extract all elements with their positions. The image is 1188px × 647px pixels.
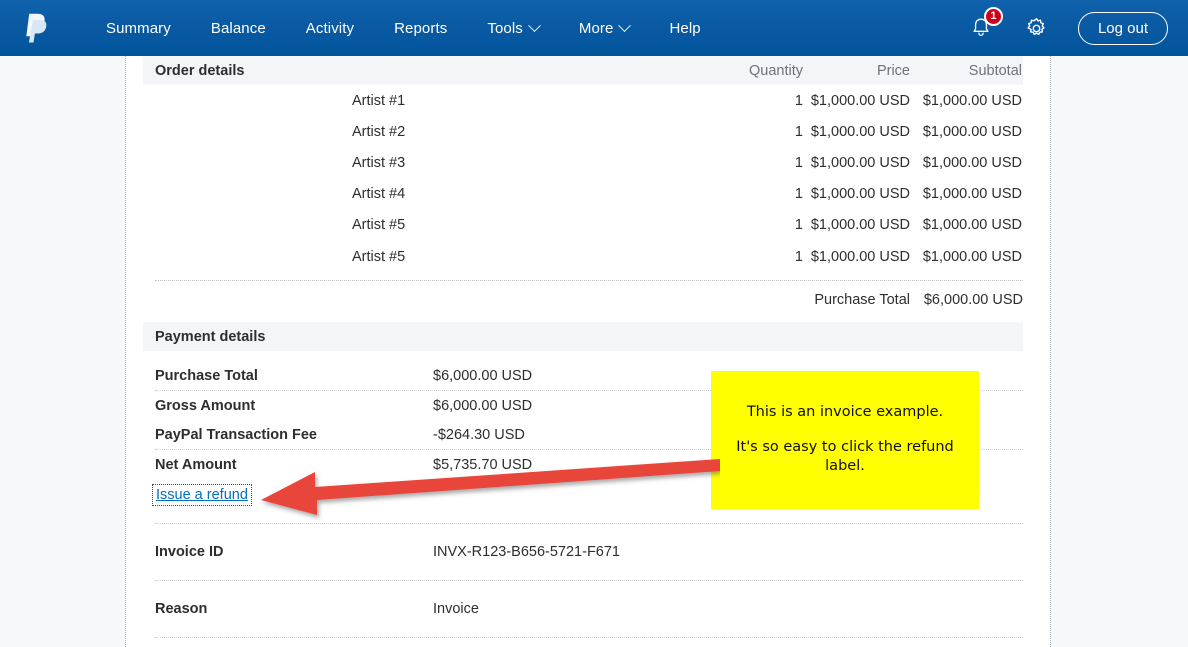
invoice-id-row: Invoice ID INVX-R123-B656-5721-F671 [143, 524, 1023, 580]
table-row: Artist #2 1 $1,000.00 USD $1,000.00 USD [143, 116, 1023, 147]
order-details-column-headers: Quantity Price Subtotal [698, 63, 1023, 79]
table-row: Artist #5 1 $1,000.00 USD $1,000.00 USD [143, 210, 1023, 241]
payment-label: Purchase Total [155, 367, 258, 384]
nav-right-controls: 1 Log out [966, 7, 1168, 45]
order-item-name: Artist #3 [352, 154, 406, 171]
invoice-info-section: Invoice ID INVX-R123-B656-5721-F671 Reas… [143, 523, 1023, 638]
order-details-header: Order details Quantity Price Subtotal [143, 56, 1023, 85]
payment-value: $6,000.00 USD [433, 397, 533, 414]
order-item-subtotal: $1,000.00 USD [922, 92, 1022, 109]
nav-link-reports-label: Reports [394, 19, 448, 37]
order-item-quantity: 1 [794, 186, 803, 203]
nav-link-balance[interactable]: Balance [191, 14, 286, 43]
reason-row: Reason Invoice [143, 581, 1023, 637]
yellow-sticky-note: This is an invoice example. It's so easy… [711, 371, 979, 509]
column-header-price: Price [876, 62, 910, 79]
order-item-name: Artist #2 [352, 123, 406, 140]
order-item-price: $1,000.00 USD [810, 248, 910, 265]
gear-icon [1027, 17, 1046, 35]
payment-label: Net Amount [155, 456, 237, 473]
order-purchase-total-row: Purchase Total $6,000.00 USD [143, 286, 1023, 314]
payment-value: $5,735.70 USD [433, 456, 533, 473]
nav-link-help-label: Help [669, 19, 701, 37]
nav-link-more[interactable]: More [559, 14, 650, 43]
notifications-button[interactable]: 1 [966, 7, 1003, 43]
order-purchase-total-value: $6,000.00 USD [923, 292, 1023, 308]
primary-nav-links: Summary Balance Activity Reports Tools M… [86, 14, 721, 43]
table-row: Artist #5 1 $1,000.00 USD $1,000.00 USD [143, 241, 1023, 272]
payment-label: PayPal Transaction Fee [155, 426, 317, 443]
order-item-quantity: 1 [794, 217, 803, 234]
payment-label: Gross Amount [155, 397, 256, 414]
order-item-price: $1,000.00 USD [810, 154, 910, 171]
order-item-subtotal: $1,000.00 USD [922, 123, 1022, 140]
order-item-price: $1,000.00 USD [810, 217, 910, 234]
order-item-subtotal: $1,000.00 USD [922, 217, 1022, 234]
column-header-subtotal: Subtotal [968, 62, 1022, 79]
order-item-name: Artist #5 [352, 217, 406, 234]
nav-link-balance-label: Balance [210, 19, 266, 37]
info-bottom-divider [155, 637, 1023, 638]
order-item-name: Artist #5 [352, 248, 406, 265]
top-navigation-bar: Summary Balance Activity Reports Tools M… [0, 0, 1188, 56]
order-details-section: Order details Quantity Price Subtotal Ar… [143, 56, 1023, 308]
nav-link-reports[interactable]: Reports [374, 14, 467, 43]
order-item-subtotal: $1,000.00 USD [922, 186, 1022, 203]
order-item-quantity: 1 [794, 123, 803, 140]
order-item-name: Artist #4 [352, 186, 406, 203]
chevron-down-icon [618, 18, 632, 32]
table-row: Artist #4 1 $1,000.00 USD $1,000.00 USD [143, 179, 1023, 210]
settings-button[interactable] [1022, 13, 1052, 43]
order-purchase-total-label: Purchase Total [814, 292, 910, 308]
order-details-rows: Artist #1 1 $1,000.00 USD $1,000.00 USD … [143, 85, 1023, 272]
note-line-1: This is an invoice example. [746, 404, 944, 421]
nav-link-tools-label: Tools [487, 19, 523, 37]
payment-details-title: Payment details [155, 328, 266, 345]
order-item-price: $1,000.00 USD [810, 123, 910, 140]
order-item-quantity: 1 [794, 92, 803, 109]
order-item-name: Artist #1 [352, 92, 406, 109]
table-row: Artist #3 1 $1,000.00 USD $1,000.00 USD [143, 147, 1023, 178]
column-header-quantity: Quantity [749, 62, 803, 79]
payment-details-header: Payment details [143, 322, 1023, 351]
order-item-subtotal: $1,000.00 USD [922, 248, 1022, 265]
order-item-quantity: 1 [794, 154, 803, 171]
issue-refund-wrapper: Issue a refund [152, 484, 252, 506]
issue-a-refund-link[interactable]: Issue a refund [152, 484, 252, 506]
order-item-subtotal: $1,000.00 USD [922, 154, 1022, 171]
chevron-down-icon [528, 18, 541, 32]
payment-value: $6,000.00 USD [433, 367, 533, 384]
order-item-price: $1,000.00 USD [810, 92, 910, 109]
reason-label: Reason [155, 601, 208, 617]
order-item-price: $1,000.00 USD [810, 186, 910, 203]
nav-link-summary[interactable]: Summary [86, 14, 191, 43]
nav-link-activity[interactable]: Activity [286, 14, 374, 43]
notification-count-badge: 1 [983, 7, 1003, 26]
nav-link-activity-label: Activity [305, 19, 355, 37]
invoice-content-card: Order details Quantity Price Subtotal Ar… [125, 56, 1051, 647]
invoice-id-value: INVX-R123-B656-5721-F671 [433, 544, 620, 560]
note-line-2: It's so easy to click the refund label. [736, 438, 954, 475]
payment-value: -$264.30 USD [433, 426, 525, 443]
invoice-id-label: Invoice ID [155, 544, 224, 560]
nav-link-more-label: More [578, 19, 614, 37]
table-row: Artist #1 1 $1,000.00 USD $1,000.00 USD [143, 85, 1023, 116]
order-item-quantity: 1 [794, 248, 803, 265]
paypal-logo-icon[interactable] [14, 0, 58, 56]
logout-button[interactable]: Log out [1077, 11, 1168, 45]
nav-link-help[interactable]: Help [649, 14, 720, 43]
nav-link-summary-label: Summary [106, 19, 171, 37]
order-total-divider [155, 280, 1023, 281]
order-details-title: Order details [155, 62, 245, 79]
nav-link-tools[interactable]: Tools [467, 14, 559, 43]
reason-value: Invoice [433, 601, 479, 617]
